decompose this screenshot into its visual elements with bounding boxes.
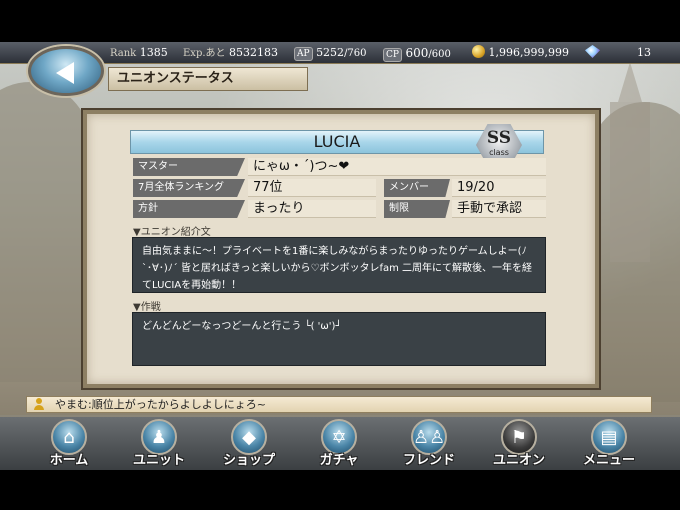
rank-value: 1385 [139,46,168,59]
cp-stat: CP 600/600 [383,45,451,62]
ap-label: AP [294,47,313,61]
ap-stat: AP 5252/760 [294,45,367,61]
nav-gacha-label: ガチャ [319,453,359,468]
ap-max: /760 [344,48,367,59]
restriction-value: 手動で承認 [452,200,546,218]
nav-home[interactable]: ⌂ ホーム [32,419,106,471]
ap-value: 5252 [316,46,345,59]
user-icon [33,398,45,411]
exp-value: 8532183 [229,46,279,59]
policy-label: 方針 [133,200,245,218]
background-arch-left [0,82,90,382]
gem-icon [585,45,600,58]
ranking-value: 77位 [248,179,376,197]
cp-max: /600 [428,49,451,60]
gem-stat[interactable]: 13 [585,45,655,61]
back-arrow-icon [56,62,74,84]
nav-menu[interactable]: ▤ メニュー [572,419,646,471]
restriction-label: 制限 [384,200,450,218]
gem-value: 13 [637,46,651,59]
nav-shop-label: ショップ [222,453,275,468]
nav-unit-label: ユニット [132,453,185,468]
cp-label: CP [383,48,402,62]
nav-gacha[interactable]: ✡ ガチャ [302,419,376,471]
nav-friend-label: フレンド [402,453,455,468]
members-value: 19/20 [452,179,546,197]
strategy-heading: ▼作戦 [133,302,161,313]
rank-label: Rank [110,48,137,59]
exp-label: Exp.あと [183,48,226,59]
cp-value: 600 [405,46,429,60]
rank-stat: Rank 1385 [110,45,168,61]
intro-heading: ▼ユニオン紹介文 [133,227,211,238]
coin-icon [472,45,485,58]
policy-value: まったり [248,200,376,218]
members-label: メンバー [384,179,450,197]
gold-value: 1,996,999,999 [488,46,569,59]
master-label: マスター [133,158,245,176]
nav-union-label: ユニオン [492,453,545,468]
status-bar: Rank 1385 Exp.あと 8532183 AP 5252/760 CP … [0,42,680,64]
nav-union[interactable]: ⚑ ユニオン [482,419,556,471]
exp-stat: Exp.あと 8532183 [183,45,278,61]
chat-ticker[interactable]: やまむ:順位上がったからよしよしにょろ~ [26,396,652,413]
strategy-text: どんどんどーなっつどーんと行こう └( 'ω')┘ [132,312,546,366]
ranking-label: 7月全体ランキング [133,179,245,197]
nav-menu-label: メニュー [582,453,635,468]
union-class-label: class [489,148,509,157]
bottom-navigation: ⌂ ホーム ♟ ユニット ◆ ショップ ✡ ガチャ ♙♙ フレンド ⚑ ユニオン… [0,415,680,470]
nav-unit[interactable]: ♟ ユニット [122,419,196,471]
nav-friend[interactable]: ♙♙ フレンド [392,419,466,471]
page-title: ユニオンステータス [108,67,308,91]
nav-home-label: ホーム [49,453,89,468]
chat-message: やまむ:順位上がったからよしよしにょろ~ [55,398,266,411]
back-button[interactable] [28,46,104,96]
master-value: にゃω・´)つ~❤ [248,158,546,176]
background-tower [610,62,650,262]
gold-stat: 1,996,999,999 [472,45,569,61]
intro-text: 自由気ままに～！プライベートを1番に楽しみながらまったりゆったりゲームしよー(ﾉ… [132,237,546,293]
nav-shop[interactable]: ◆ ショップ [212,419,286,471]
